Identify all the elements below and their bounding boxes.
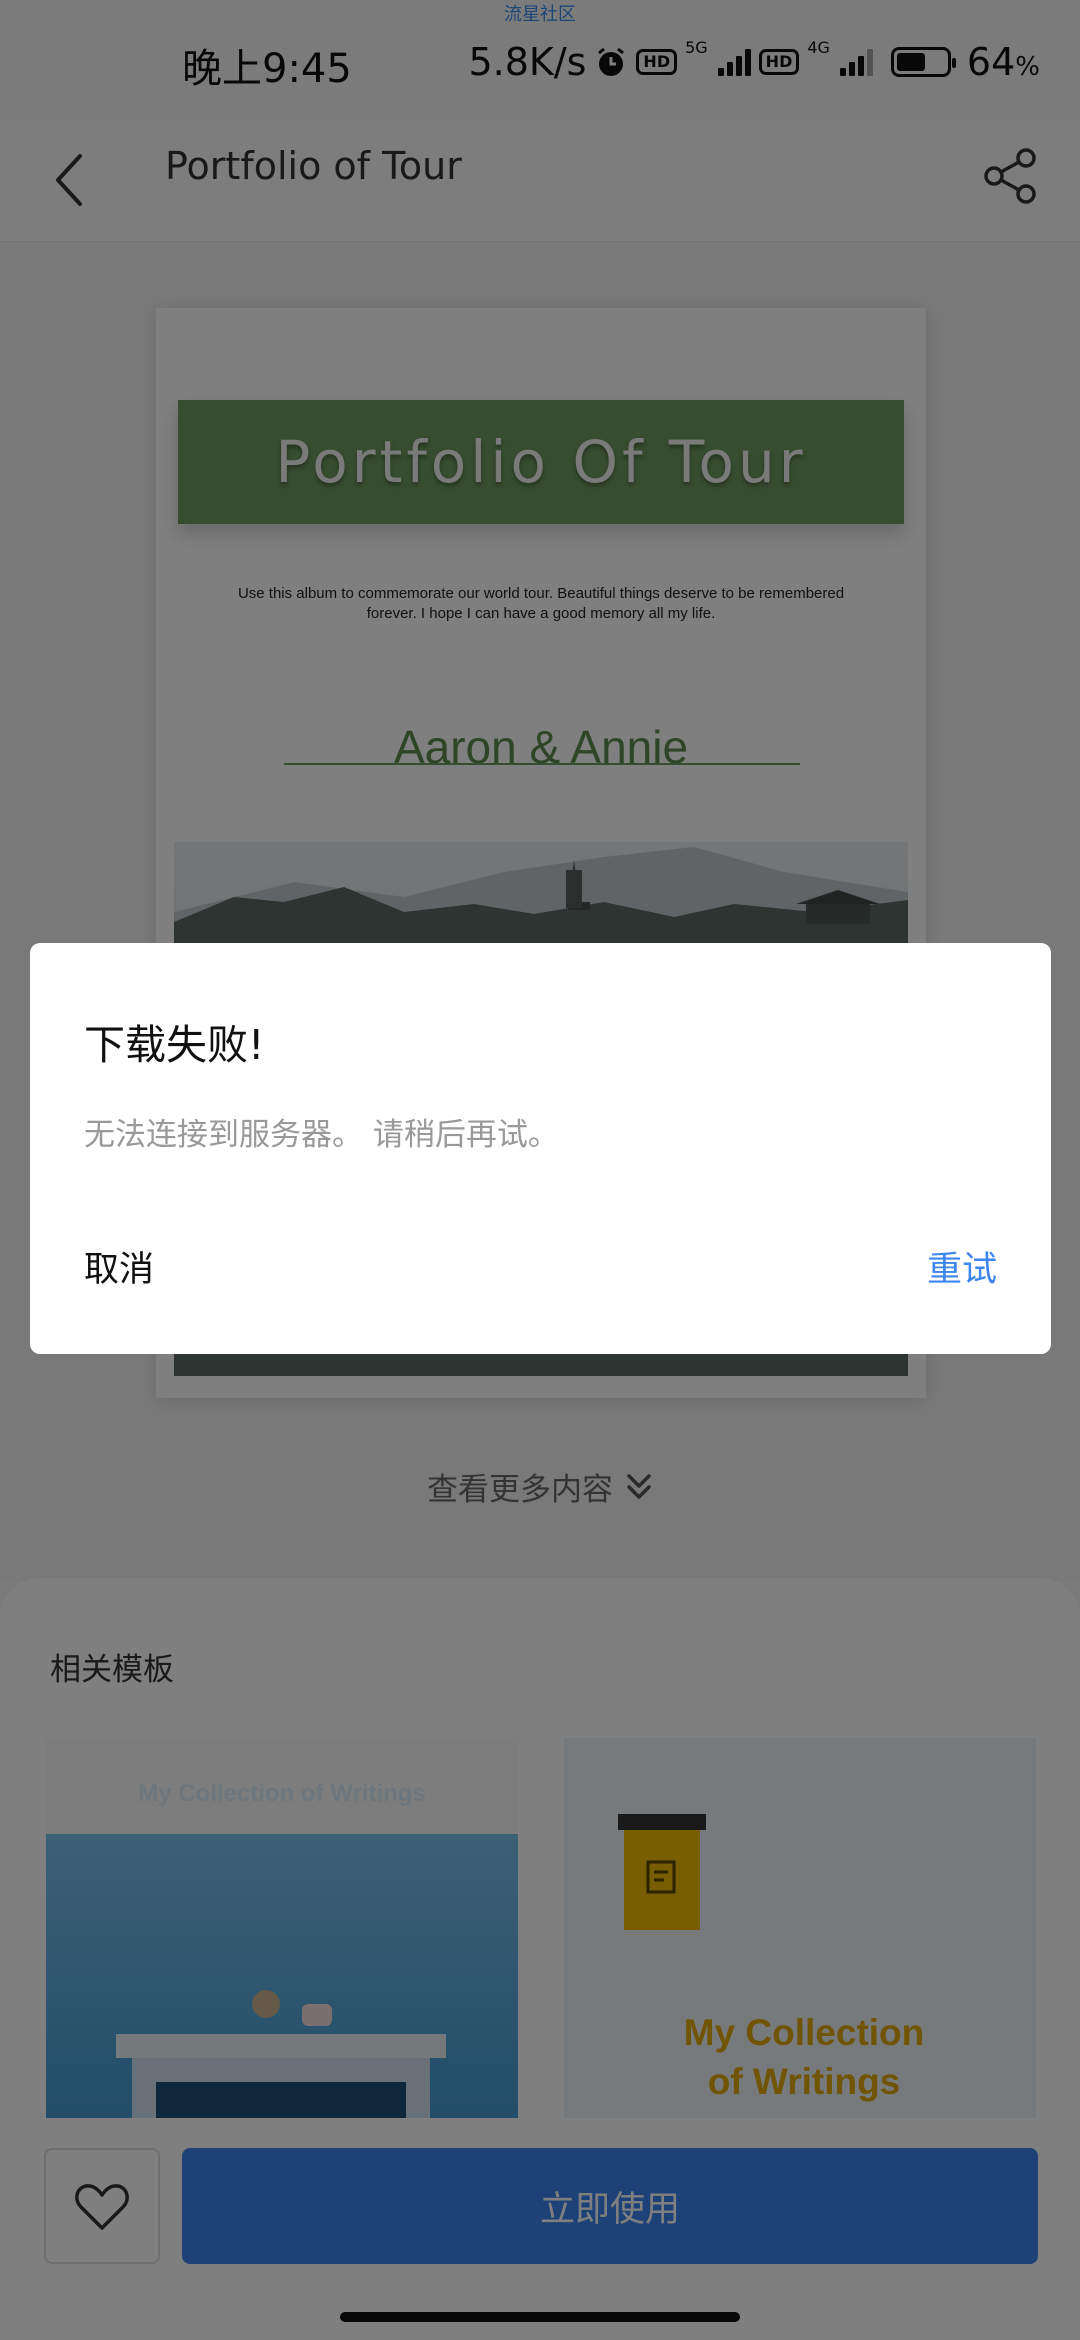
retry-button[interactable]: 重试	[927, 1241, 997, 1292]
cancel-button[interactable]: 取消	[84, 1241, 154, 1292]
download-failed-dialog: 下载失败! 无法连接到服务器。 请稍后再试。 取消 重试	[30, 943, 1051, 1354]
dialog-message: 无法连接到服务器。 请稍后再试。	[84, 1117, 559, 1153]
dialog-title: 下载失败!	[84, 1021, 265, 1069]
